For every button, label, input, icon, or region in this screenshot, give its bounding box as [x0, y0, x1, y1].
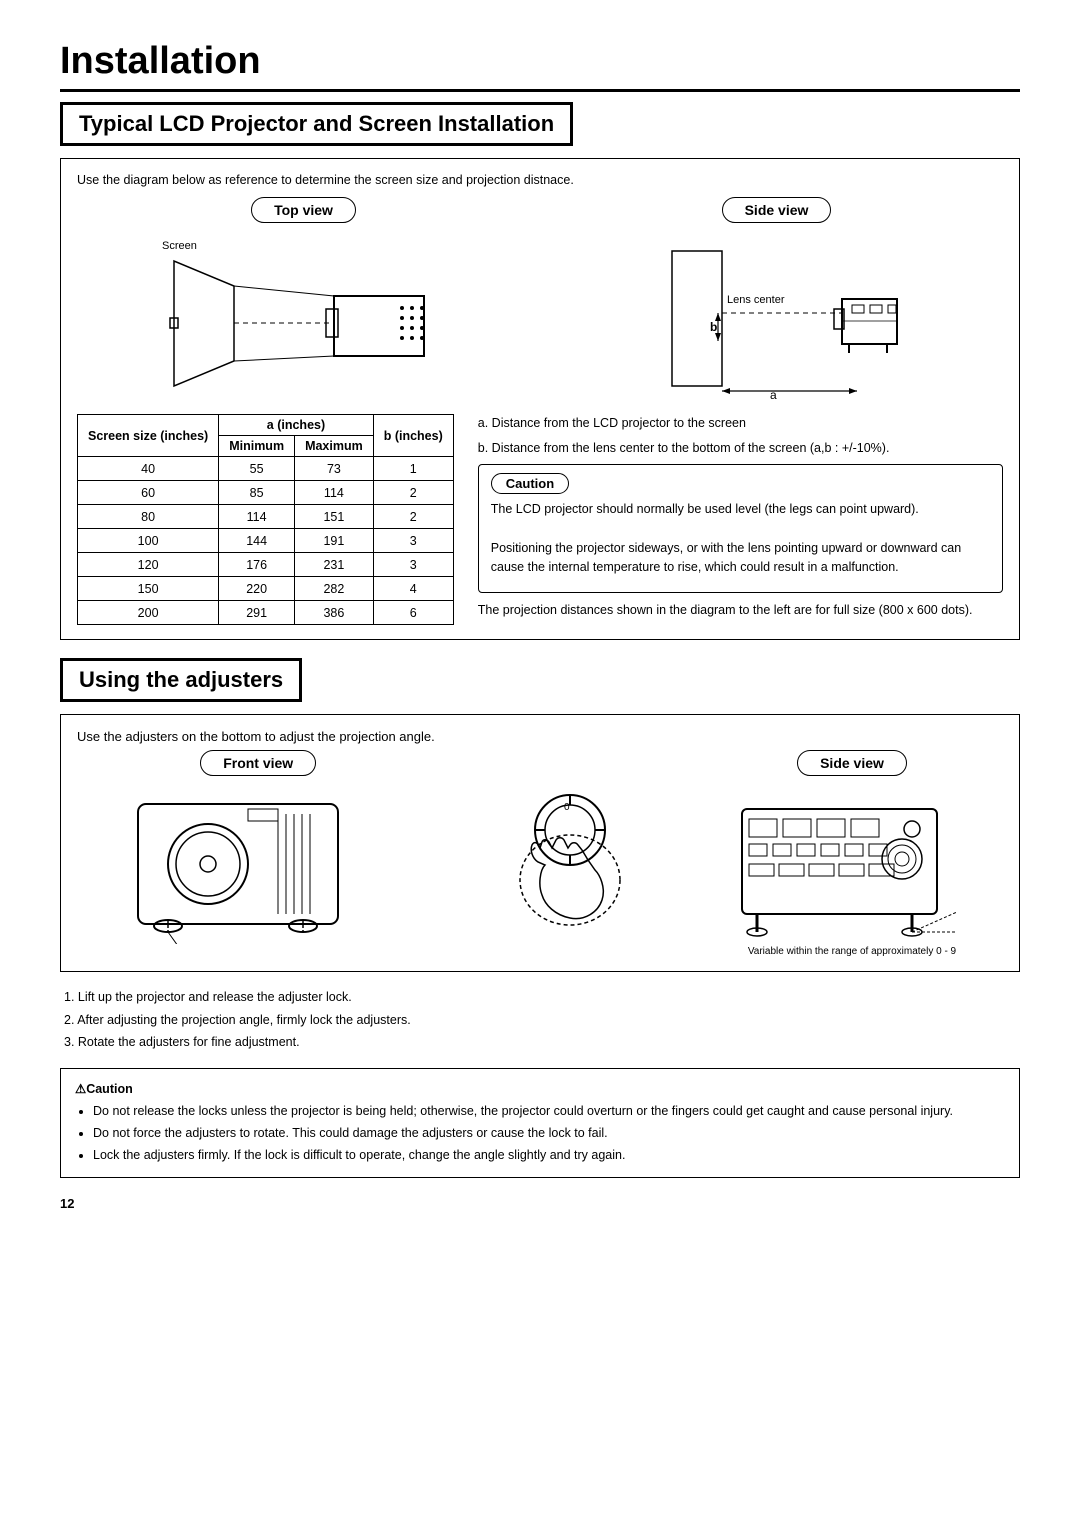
page-number: 12 [60, 1196, 1020, 1211]
svg-text:0: 0 [564, 802, 570, 813]
caution-text2: Positioning the projector sideways, or w… [491, 539, 990, 578]
side-view-adj-diagram [727, 784, 977, 944]
adjusters-diagram-row: Front view [77, 750, 1003, 957]
caution-bullet: Lock the adjusters firmly. If the lock i… [93, 1145, 1005, 1165]
side-view-label: Side view [722, 197, 832, 223]
svg-text:a: a [770, 388, 777, 402]
variable-label: Variable within the range of approximate… [748, 946, 956, 957]
projection-note: The projection distances shown in the di… [478, 601, 1003, 620]
screen-text: Screen [162, 240, 197, 252]
side-view-diagram: Lens center b a [642, 231, 912, 406]
adjusters-heading: Using the adjusters [60, 658, 302, 702]
note-b: b. Distance from the lens center to the … [478, 439, 1003, 458]
steps-list: 1. Lift up the projector and release the… [60, 986, 1020, 1054]
bottom-caution-title: ⚠Caution [75, 1082, 133, 1096]
notes-column: a. Distance from the LCD projector to th… [478, 414, 1003, 625]
side-view-adj-label: Side view [797, 750, 907, 776]
top-view-col: Top view Screen [77, 197, 530, 406]
adjusters-section-box: Use the adjusters on the bottom to adjus… [60, 714, 1020, 972]
side-view-col: Side view Lens center b a [550, 197, 1003, 406]
table-row: 4055731 [78, 457, 454, 481]
col-a-inches: a (inches) [219, 415, 374, 436]
top-view-label: Top view [251, 197, 356, 223]
typical-section-box: Use the diagram below as reference to de… [60, 158, 1020, 640]
caution-title: Caution [491, 473, 569, 494]
step-item: 1. Lift up the projector and release the… [64, 986, 1020, 1009]
step-item: 3. Rotate the adjusters for fine adjustm… [64, 1031, 1020, 1054]
caution-bullet: Do not force the adjusters to rotate. Th… [93, 1123, 1005, 1143]
col-maximum: Maximum [295, 436, 374, 457]
svg-text:b: b [710, 320, 717, 334]
caution-text1: The LCD projector should normally be use… [491, 500, 990, 519]
table-row: 1201762313 [78, 553, 454, 577]
front-view-label: Front view [200, 750, 316, 776]
step-item: 2. After adjusting the projection angle,… [64, 1009, 1020, 1032]
side-view-adj-col: Side view [701, 750, 1003, 957]
svg-text:Lens center: Lens center [727, 294, 785, 306]
page-title: Installation [60, 40, 1020, 92]
diagram-row: Top view Screen [77, 197, 1003, 406]
table-row: 2002913866 [78, 601, 454, 625]
bottom-caution-box: ⚠Caution Do not release the locks unless… [60, 1068, 1020, 1178]
col-b-inches: b (inches) [373, 415, 453, 457]
hand-diagram-col: 0 [449, 750, 691, 935]
table-row: 1502202824 [78, 577, 454, 601]
caution-bullet: Do not release the locks unless the proj… [93, 1101, 1005, 1121]
caution-box: Caution The LCD projector should normall… [478, 464, 1003, 593]
front-view-col: Front view [77, 750, 439, 944]
table-and-notes: Screen size (inches) a (inches) b (inche… [77, 414, 1003, 625]
table-row: 60851142 [78, 481, 454, 505]
hand-diagram: 0 [490, 780, 650, 935]
col-minimum: Minimum [219, 436, 295, 457]
typical-section-heading: Typical LCD Projector and Screen Install… [60, 102, 573, 146]
note-a: a. Distance from the LCD projector to th… [478, 414, 1003, 433]
table-row: 1001441913 [78, 529, 454, 553]
col-screen-size: Screen size (inches) [78, 415, 219, 457]
bottom-caution-bullets: Do not release the locks unless the proj… [75, 1101, 1005, 1165]
top-view-diagram: Screen [144, 231, 464, 406]
table-row: 801141512 [78, 505, 454, 529]
projection-table: Screen size (inches) a (inches) b (inche… [77, 414, 454, 625]
front-view-diagram: Adjuster [118, 784, 398, 944]
adjusters-intro: Use the adjusters on the bottom to adjus… [77, 729, 1003, 744]
typical-intro: Use the diagram below as reference to de… [77, 173, 1003, 187]
